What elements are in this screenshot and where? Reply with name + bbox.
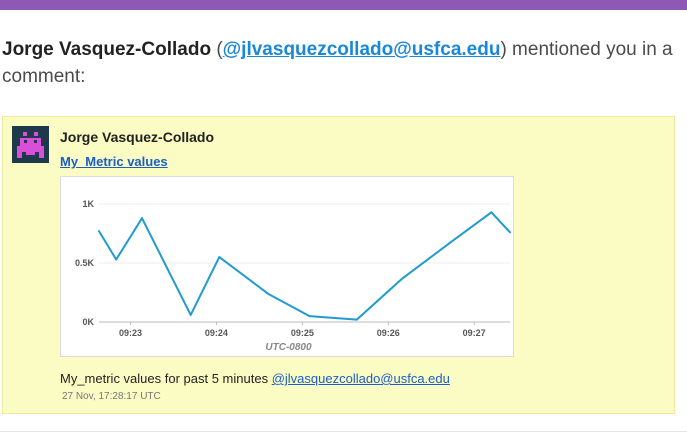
pixel-invader-icon — [12, 126, 49, 163]
data-point — [450, 240, 453, 243]
open-paren: ( — [211, 39, 223, 60]
top-accent-bar — [0, 0, 687, 10]
metric-link[interactable]: My_Metric values — [60, 154, 168, 169]
x-axis-label: UTC-0800 — [265, 342, 312, 353]
y-tick-label: 1K — [82, 199, 94, 209]
data-point — [98, 230, 100, 233]
x-tick-label: 09:25 — [291, 328, 314, 338]
x-tick-label: 09:26 — [377, 328, 400, 338]
x-tick-label: 09:24 — [205, 328, 228, 338]
data-point — [266, 292, 269, 295]
metric-chart: 0K 0.5K 1K 09:23 09:24 09:25 09:26 09:27 UTC-080… — [60, 176, 514, 357]
comment-message: My_metric values for past 5 minutes @jlv… — [60, 371, 450, 386]
data-point — [115, 258, 118, 261]
comment-card: Jorge Vasquez-Collado My_Metric values 0… — [2, 116, 675, 414]
notification-mention-link[interactable]: @jlvasquezcollado@usfca.edu — [223, 39, 501, 60]
x-tick-label: 09:27 — [463, 328, 486, 338]
comment-message-text: My_metric values for past 5 minutes — [60, 371, 272, 386]
data-point — [401, 277, 404, 280]
comment-author-name: Jorge Vasquez-Collado — [60, 129, 215, 145]
metric-chart-svg: 0K 0.5K 1K 09:23 09:24 09:25 09:26 09:27 UTC-080… — [75, 199, 511, 353]
divider — [0, 431, 687, 432]
data-point — [308, 315, 311, 318]
data-point — [140, 217, 143, 220]
avatar — [12, 126, 49, 163]
comment-timestamp: 27 Nov, 17:28:17 UTC — [62, 391, 161, 402]
comment-mention-link[interactable]: @jlvasquezcollado@usfca.edu — [272, 371, 450, 386]
x-tick-label: 09:23 — [119, 328, 142, 338]
y-tick-label: 0.5K — [75, 258, 95, 268]
y-tick-label: 0K — [82, 317, 94, 327]
data-point — [218, 256, 221, 259]
data-point — [189, 313, 192, 316]
notification-author: Jorge Vasquez-Collado — [2, 39, 212, 60]
data-point — [509, 231, 511, 234]
series-line — [98, 211, 511, 321]
mention-notification-text: Jorge Vasquez-Collado (@jlvasquezcollado… — [2, 36, 682, 90]
data-point — [355, 318, 358, 321]
data-point — [490, 211, 493, 214]
